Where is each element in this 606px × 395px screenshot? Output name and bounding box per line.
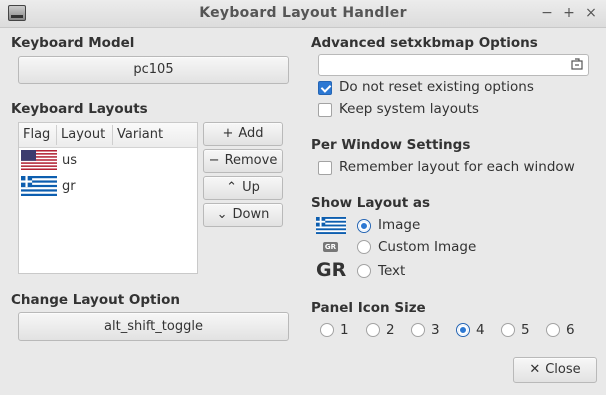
do-not-reset-label: Do not reset existing options xyxy=(339,79,534,95)
icon-size-6-radio[interactable] xyxy=(546,323,560,337)
down-label: Down xyxy=(232,207,270,222)
close-window-button[interactable]: × xyxy=(582,4,600,22)
show-custom-image-radio[interactable] xyxy=(357,240,371,254)
icon-size-3-radio[interactable] xyxy=(411,323,425,337)
greece-flag-icon xyxy=(21,176,57,196)
show-image-label: Image xyxy=(378,217,421,233)
show-text-label: Text xyxy=(378,263,406,279)
minus-icon: − xyxy=(208,153,220,168)
icon-size-2-radio[interactable] xyxy=(366,323,380,337)
custom-image-badge: GR xyxy=(323,242,338,252)
icon-size-label: 2 xyxy=(386,322,395,338)
layout-row-us[interactable]: us xyxy=(19,148,197,174)
show-layout-heading: Show Layout as xyxy=(311,195,431,211)
layout-row-label: us xyxy=(62,153,78,168)
keyboard-model-heading: Keyboard Model xyxy=(11,35,135,51)
greece-flag-icon xyxy=(316,217,346,234)
close-icon: ✕ xyxy=(529,362,541,377)
icon-size-label: 4 xyxy=(476,322,485,338)
layouts-list[interactable]: Flag Layout Variant us gr xyxy=(18,122,198,274)
show-text-radio[interactable] xyxy=(357,264,371,278)
remember-layout-checkbox[interactable] xyxy=(318,161,332,175)
plus-icon: + xyxy=(222,126,234,141)
panel-icon-size-heading: Panel Icon Size xyxy=(311,300,426,316)
change-layout-heading: Change Layout Option xyxy=(11,292,181,308)
do-not-reset-checkbox[interactable] xyxy=(318,81,332,95)
title-bar: Keyboard Layout Handler − + × xyxy=(0,0,606,28)
chevron-down-icon: ⌄ xyxy=(216,207,228,222)
per-window-heading: Per Window Settings xyxy=(311,137,471,153)
show-image-radio[interactable] xyxy=(357,219,371,233)
move-up-button[interactable]: ⌃ Up xyxy=(203,176,283,200)
add-label: Add xyxy=(238,126,264,141)
close-label: Close xyxy=(545,362,581,377)
icon-size-5-radio[interactable] xyxy=(501,323,515,337)
remember-layout-label: Remember layout for each window xyxy=(339,159,575,175)
layouts-list-header: Flag Layout Variant xyxy=(19,123,197,148)
column-header-layout[interactable]: Layout xyxy=(61,127,105,142)
minimize-button[interactable]: − xyxy=(538,4,556,22)
layout-row-gr[interactable]: gr xyxy=(19,174,197,200)
remove-label: Remove xyxy=(224,153,278,168)
change-layout-button[interactable]: alt_shift_toggle xyxy=(18,312,289,341)
up-label: Up xyxy=(242,180,260,195)
remove-layout-button[interactable]: − Remove xyxy=(203,149,283,173)
keyboard-layouts-heading: Keyboard Layouts xyxy=(11,101,148,117)
us-flag-icon xyxy=(21,150,57,170)
setxkbmap-options-input[interactable] xyxy=(318,54,589,76)
icon-size-label: 1 xyxy=(340,322,349,338)
add-layout-button[interactable]: + Add xyxy=(203,122,283,146)
icon-size-4-radio[interactable] xyxy=(456,323,470,337)
show-custom-image-label: Custom Image xyxy=(378,239,477,255)
icon-size-label: 5 xyxy=(521,322,530,338)
keep-system-layouts-checkbox[interactable] xyxy=(318,103,332,117)
column-header-flag[interactable]: Flag xyxy=(23,127,50,142)
icon-size-1-radio[interactable] xyxy=(320,323,334,337)
close-button[interactable]: ✕ Close xyxy=(513,357,597,383)
chevron-up-icon: ⌃ xyxy=(226,180,238,195)
text-layout-preview: GR xyxy=(316,259,347,281)
advanced-heading: Advanced setxkbmap Options xyxy=(311,35,538,51)
layout-row-label: gr xyxy=(62,179,76,194)
clear-field-icon[interactable] xyxy=(571,58,583,70)
column-header-variant[interactable]: Variant xyxy=(117,127,163,142)
icon-size-label: 6 xyxy=(566,322,575,338)
icon-size-label: 3 xyxy=(431,322,440,338)
window-title: Keyboard Layout Handler xyxy=(199,5,407,21)
maximize-button[interactable]: + xyxy=(560,4,578,22)
keep-system-layouts-label: Keep system layouts xyxy=(339,101,479,117)
move-down-button[interactable]: ⌄ Down xyxy=(203,203,283,227)
keyboard-model-button[interactable]: pc105 xyxy=(18,56,289,84)
